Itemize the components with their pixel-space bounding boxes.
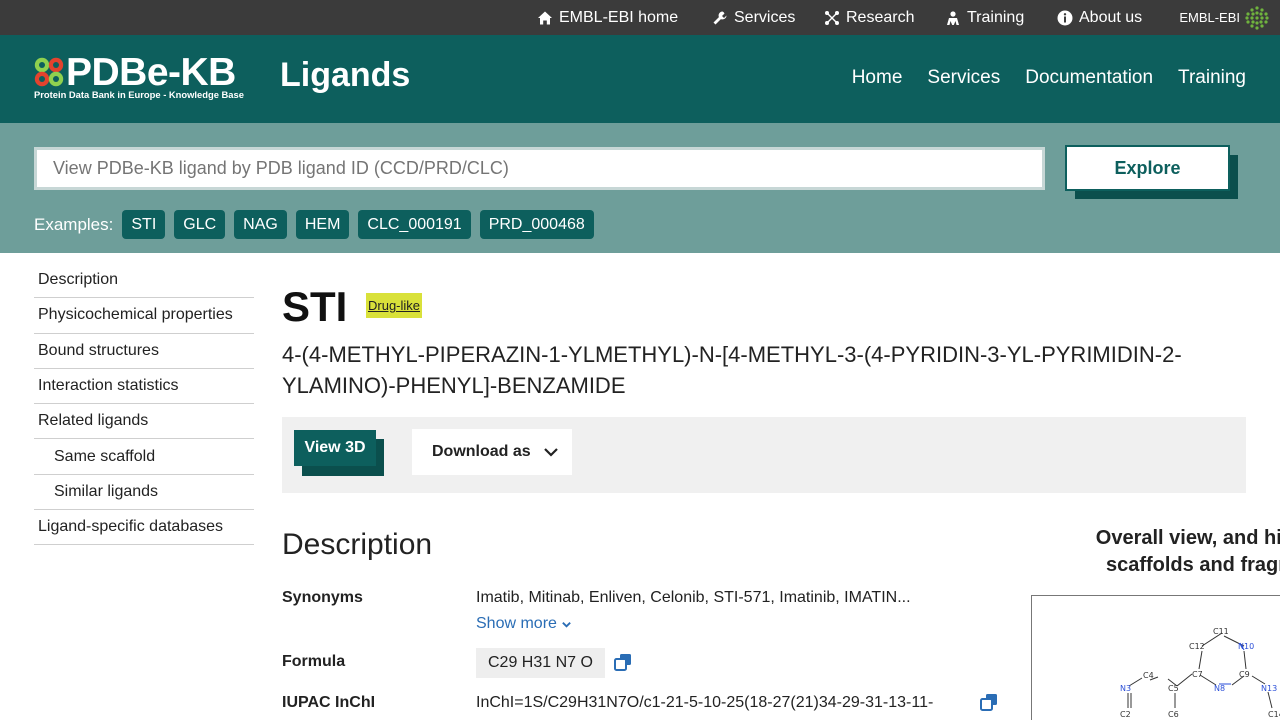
- formula-value: C29 H31 N7 O: [476, 648, 605, 678]
- atom-label: N3: [1120, 684, 1131, 693]
- formula-label: Formula: [282, 653, 346, 670]
- sidebar-item-similar-ligands[interactable]: Similar ligands: [34, 475, 254, 511]
- overview-title: Overall view, and high scaffolds and fra…: [1071, 525, 1280, 579]
- logo-subtitle: Protein Data Bank in Europe - Knowledge …: [34, 89, 244, 100]
- topbar-link-research[interactable]: Research: [824, 0, 914, 35]
- sidebar-item-description[interactable]: Description: [34, 263, 254, 299]
- sidebar-item-related-ligands[interactable]: Related ligands: [34, 404, 254, 440]
- training-icon: [945, 10, 961, 26]
- show-more-link[interactable]: Show more: [476, 615, 572, 633]
- embl-ebi-logo-text: EMBL-EBI: [1179, 10, 1240, 25]
- overview-title-line-2: scaffolds and fragm: [1105, 554, 1280, 576]
- examples-label: Examples:: [34, 214, 114, 234]
- examples-list: Examples: STI GLC NAG HEM CLC_000191 PRD…: [34, 210, 594, 239]
- example-chip-nag[interactable]: NAG: [234, 210, 287, 239]
- atom-label: N8: [1214, 684, 1225, 693]
- atom-label: C14: [1268, 710, 1280, 719]
- synonyms-value: Imatib, Mitinab, Enliven, Celonib, STI-5…: [476, 589, 911, 606]
- sidebar-item-physicochemical-properties[interactable]: Physicochemical properties: [34, 298, 254, 334]
- download-as-dropdown[interactable]: Download as: [412, 429, 572, 475]
- example-chip-glc[interactable]: GLC: [174, 210, 226, 239]
- ligand-search-input[interactable]: [34, 147, 1045, 190]
- embl-ebi-dots-icon: [1245, 5, 1269, 30]
- example-chip-hem[interactable]: HEM: [295, 210, 350, 239]
- topbar-label: Training: [967, 8, 1025, 26]
- pdbe-kb-logo[interactable]: PDBe-KB Protein Data Bank in Europe - Kn…: [33, 53, 273, 105]
- atom-label: C4: [1143, 671, 1154, 680]
- sidebar-item-same-scaffold[interactable]: Same scaffold: [34, 439, 254, 475]
- site-header: PDBe-KB Protein Data Bank in Europe - Kn…: [0, 35, 1280, 123]
- ligand-toolbar: View 3D Download as: [282, 417, 1246, 493]
- wrench-icon: [712, 10, 728, 26]
- copy-inchi-icon[interactable]: [980, 693, 998, 711]
- molecule-structure-image: C11 C12 N10 C7 C9 C4 C5 N8 N3 N13 C2 C6 …: [1120, 627, 1280, 719]
- chevron-down-icon: [562, 621, 571, 628]
- topbar-label: Research: [846, 8, 915, 26]
- atom-label: N13: [1261, 684, 1277, 693]
- topbar-label: EMBL-EBI home: [559, 8, 679, 26]
- download-as-label: Download as: [432, 443, 531, 460]
- info-icon: [1057, 10, 1073, 26]
- embl-ebi-topbar: EMBL-EBI home Services Research Training…: [0, 0, 1280, 35]
- atom-label: C12: [1189, 642, 1205, 651]
- description-heading: Description: [282, 528, 433, 561]
- example-chip-clc-000191[interactable]: CLC_000191: [358, 210, 471, 239]
- copy-formula-icon[interactable]: [614, 653, 632, 671]
- nav-documentation[interactable]: Documentation: [1025, 67, 1153, 89]
- topbar-link-about-us[interactable]: About us: [1057, 0, 1142, 35]
- atom-label: C7: [1192, 670, 1203, 679]
- atom-label: C6: [1168, 710, 1179, 719]
- ligand-name: 4-(4-METHYL-PIPERAZIN-1-YLMETHYL)-N-[4-M…: [282, 342, 1182, 398]
- view-3d-button[interactable]: View 3D: [294, 430, 376, 466]
- nav-services[interactable]: Services: [927, 67, 1000, 89]
- main-nav: Home Services Documentation Training: [852, 67, 1246, 89]
- synonyms-label: Synonyms: [282, 589, 363, 606]
- iupac-inchi-label: IUPAC InChI: [282, 694, 376, 711]
- home-icon: [537, 10, 553, 26]
- sidebar-item-bound-structures[interactable]: Bound structures: [34, 334, 254, 369]
- atom-label: C5: [1168, 684, 1179, 693]
- example-chip-prd-000468[interactable]: PRD_000468: [479, 210, 594, 239]
- ligand-id: STI: [282, 283, 348, 330]
- search-band: Explore Examples: STI GLC NAG HEM CLC_00…: [0, 123, 1280, 253]
- site-title: Ligands: [280, 56, 411, 94]
- drug-like-badge[interactable]: Drug-like: [366, 293, 423, 318]
- atom-label: C9: [1239, 670, 1250, 679]
- explore-button[interactable]: Explore: [1065, 145, 1230, 191]
- main-content: STI Drug-like 4-(4-METHYL-PIPERAZIN-1-YL…: [282, 253, 1280, 720]
- pdbe-kb-logo-mark-icon: [34, 57, 64, 87]
- topbar-label: Services: [734, 8, 796, 26]
- show-more-label: Show more: [476, 615, 557, 632]
- chevron-down-icon: [543, 448, 558, 457]
- sidebar-item-interaction-statistics[interactable]: Interaction statistics: [34, 369, 254, 405]
- example-chip-sti[interactable]: STI: [122, 210, 166, 239]
- topbar-link-services[interactable]: Services: [712, 0, 795, 35]
- sidebar-item-ligand-specific-databases[interactable]: Ligand-specific databases: [34, 510, 254, 546]
- molecule-2d-depiction[interactable]: C11 C12 N10 C7 C9 C4 C5 N8 N3 N13 C2 C6 …: [1031, 595, 1280, 720]
- nav-training[interactable]: Training: [1178, 67, 1246, 89]
- topbar-link-embl-ebi-home[interactable]: EMBL-EBI home: [537, 0, 678, 35]
- atom-label: C11: [1213, 627, 1229, 636]
- research-icon: [824, 10, 840, 26]
- section-sidebar: Description Physicochemical properties B…: [34, 263, 254, 546]
- topbar-link-training[interactable]: Training: [945, 0, 1024, 35]
- iupac-inchi-value: InChI=1S/C29H31N7O/c1-21-5-10-25(18-27(2…: [476, 694, 934, 711]
- embl-ebi-logo[interactable]: EMBL-EBI: [1179, 2, 1270, 33]
- atom-label: N10: [1238, 642, 1254, 651]
- logo-text: PDBe-KB: [66, 51, 236, 94]
- atom-label: C2: [1120, 710, 1131, 719]
- nav-home[interactable]: Home: [852, 67, 903, 89]
- topbar-label: About us: [1079, 8, 1143, 26]
- overview-title-line-1: Overall view, and high: [1095, 527, 1280, 549]
